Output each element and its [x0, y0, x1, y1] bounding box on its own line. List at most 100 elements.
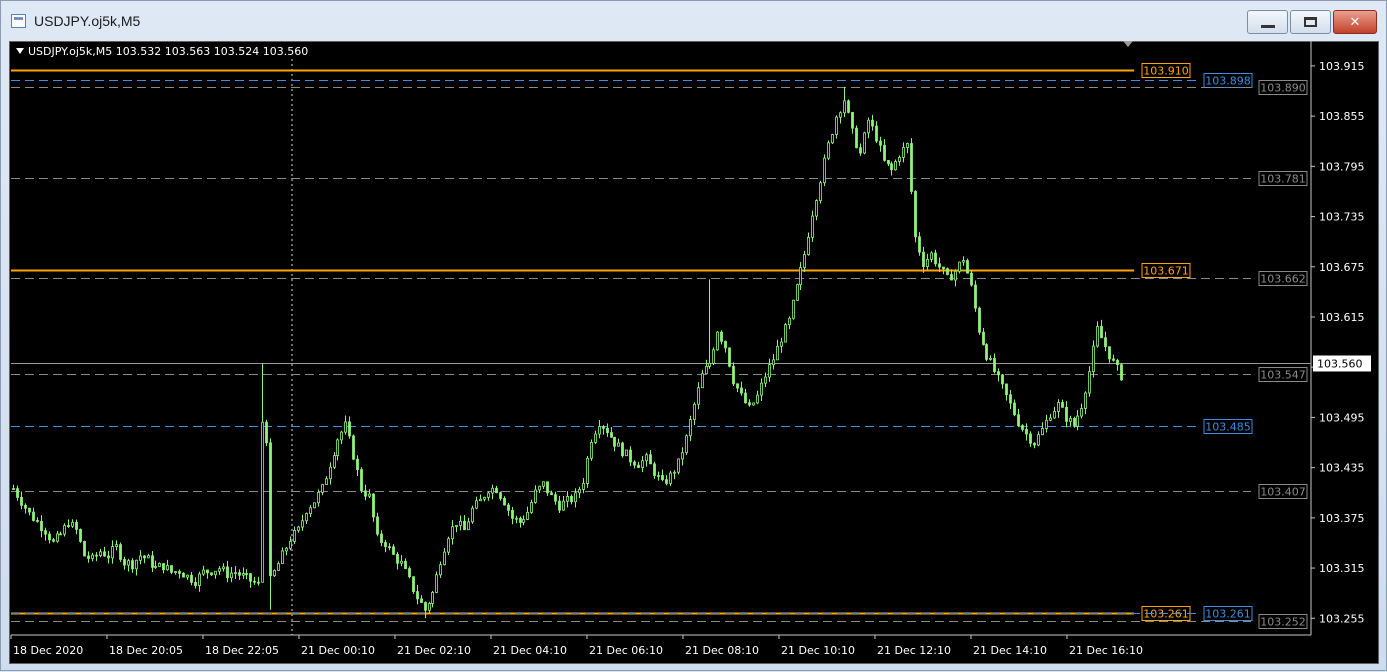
- candle-body: [606, 427, 609, 433]
- candle-body: [32, 511, 35, 521]
- gray-level-label: 103.662: [1260, 273, 1306, 286]
- candle-body: [1061, 402, 1064, 408]
- candle-body: [352, 435, 355, 460]
- candle-body: [898, 157, 901, 162]
- candle-body: [799, 267, 802, 286]
- candle-body: [582, 483, 585, 490]
- candle-body: [325, 478, 328, 485]
- candle-body: [277, 563, 280, 571]
- candle-body: [210, 572, 213, 576]
- x-tick-label: 18 Dec 22:05: [205, 644, 279, 657]
- candle-body: [879, 140, 882, 146]
- candle-body: [653, 463, 656, 476]
- candle-body: [313, 502, 316, 509]
- candle-body: [404, 560, 407, 569]
- candle-body: [1009, 394, 1012, 404]
- candle-body: [796, 284, 799, 301]
- candle-body: [847, 100, 850, 113]
- candle-body: [91, 554, 94, 559]
- candle-body: [1073, 417, 1076, 427]
- terminal-window: USDJPY.oj5k,M5 ✕ USDJPY.oj5k,M5 103.532 …: [0, 0, 1387, 671]
- y-tick-label: 103.915: [1319, 60, 1365, 73]
- candle-body: [416, 591, 419, 600]
- candle-body: [234, 572, 237, 575]
- candle-body: [1088, 371, 1091, 394]
- candle-body: [562, 500, 565, 511]
- current-price-label: 103.560: [1317, 358, 1363, 371]
- candle-body: [459, 520, 462, 526]
- candle-body: [1025, 428, 1028, 435]
- candle-body: [875, 125, 878, 142]
- candle-body: [424, 602, 427, 611]
- candle-body: [265, 421, 268, 444]
- candle-body: [914, 191, 917, 238]
- candle-body: [372, 493, 375, 518]
- gray-level-label: 103.252: [1260, 616, 1306, 629]
- candle-body: [305, 513, 308, 522]
- candle-body: [435, 574, 438, 593]
- candle-body: [887, 159, 890, 165]
- candle-body: [511, 509, 514, 519]
- candle-body: [143, 555, 146, 559]
- candle-body: [716, 331, 719, 351]
- candle-body: [827, 142, 830, 159]
- candle-body: [329, 466, 332, 480]
- candle-body: [677, 458, 680, 473]
- candle-body: [954, 270, 957, 281]
- gray-level-label: 103.407: [1260, 486, 1306, 499]
- candle-body: [285, 547, 288, 552]
- candle-body: [617, 442, 620, 447]
- candle-body: [962, 260, 965, 263]
- candle-body: [384, 542, 387, 548]
- candle-body: [467, 521, 470, 531]
- candle-body: [993, 357, 996, 373]
- candle-body: [863, 132, 866, 154]
- candle-body: [463, 520, 466, 531]
- gray-level-label: 103.890: [1260, 82, 1306, 95]
- candle-body: [420, 598, 423, 603]
- candle-body: [1049, 417, 1052, 421]
- price-chart[interactable]: 103.915 103.855 103.795 103.735 103.675 103.6…: [1, 1, 1387, 672]
- candle-body: [162, 563, 165, 571]
- candle-body: [1053, 411, 1056, 419]
- candle-body: [1033, 442, 1036, 446]
- candle-body: [483, 496, 486, 500]
- candle-body: [724, 340, 727, 349]
- candle-body: [40, 521, 43, 532]
- candle-body: [890, 163, 893, 171]
- candle-body: [546, 481, 549, 494]
- candle-body: [230, 572, 233, 579]
- candle-body: [792, 299, 795, 319]
- candle-body: [780, 341, 783, 347]
- candle-body: [665, 479, 668, 484]
- candle-body: [922, 251, 925, 268]
- x-tick-label: 18 Dec 2020: [13, 644, 83, 657]
- y-tick-label: 103.735: [1319, 211, 1365, 224]
- candle-body: [455, 524, 458, 527]
- candle-body: [578, 489, 581, 494]
- x-tick-label: 21 Dec 04:10: [493, 644, 567, 657]
- x-tick-label: 18 Dec 20:05: [109, 644, 183, 657]
- candle-body: [71, 521, 74, 527]
- candle-body: [115, 544, 118, 548]
- candle-body: [1069, 417, 1072, 422]
- candle-body: [59, 533, 62, 536]
- candle-body: [756, 394, 759, 404]
- candle-body: [748, 402, 751, 406]
- candle-body: [1017, 414, 1020, 427]
- candle-body: [760, 382, 763, 396]
- candle-body: [56, 533, 59, 542]
- y-tick-label: 103.855: [1319, 110, 1365, 123]
- blue-level-label: 103.485: [1205, 421, 1251, 434]
- candle-body: [906, 143, 909, 148]
- candle-body: [491, 487, 494, 494]
- candle-body: [503, 497, 506, 506]
- candle-body: [685, 435, 688, 454]
- candle-body: [380, 533, 383, 543]
- candle-body: [158, 563, 161, 567]
- candle-body: [515, 517, 518, 520]
- candle-body: [819, 182, 822, 202]
- candle-body: [174, 571, 177, 573]
- candle-body: [75, 521, 78, 530]
- candle-body: [590, 442, 593, 459]
